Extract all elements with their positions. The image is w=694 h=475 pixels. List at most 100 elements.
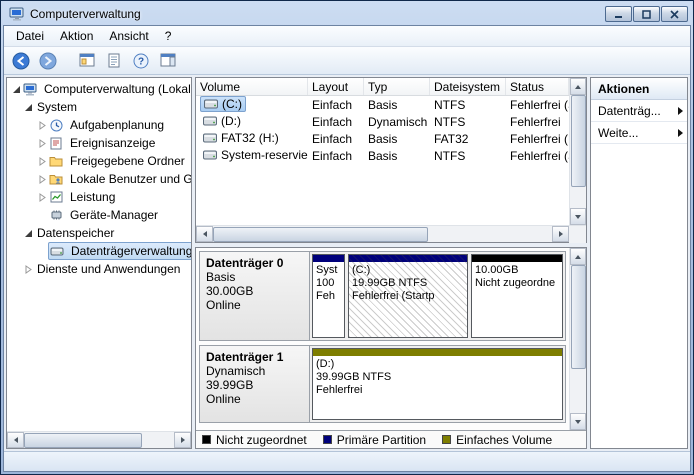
partition-status: Feh: [316, 290, 335, 302]
computer-management-window: Computerverwaltung Datei Aktion Ansicht …: [0, 0, 694, 475]
scroll-down-button[interactable]: [570, 208, 586, 225]
expander-collapsed-icon[interactable]: [36, 174, 48, 184]
tree-item-local-users-groups[interactable]: Lokale Benutzer und Grup: [7, 170, 191, 188]
legend-simple-volume: Einfaches Volume: [442, 433, 552, 447]
disk-vertical-scrollbar[interactable]: [569, 248, 586, 430]
tree-item-disk-management[interactable]: Datenträgerverwaltung: [7, 242, 191, 260]
console-tree-button[interactable]: [75, 49, 98, 72]
menu-datei[interactable]: Datei: [8, 26, 52, 46]
tree-item-computer-management[interactable]: Computerverwaltung (Lokal): [7, 80, 191, 98]
column-header-volume[interactable]: Volume: [196, 78, 308, 95]
back-button[interactable]: [9, 49, 32, 72]
legend-label: Einfaches Volume: [456, 432, 553, 447]
partition-c-selected[interactable]: (C:) 19.99GB NTFS Fehlerfrei (Startp: [348, 254, 468, 338]
maximize-button[interactable]: [633, 6, 660, 22]
forward-button[interactable]: [36, 49, 59, 72]
column-header-typ[interactable]: Typ: [364, 78, 430, 95]
scroll-right-button[interactable]: [174, 432, 191, 448]
scrollbar-thumb[interactable]: [571, 95, 586, 187]
volume-row-d[interactable]: (D:) Einfach Dynamisch NTFS Fehlerfrei: [196, 113, 569, 130]
tree-item-storage[interactable]: Datenspeicher: [7, 224, 191, 242]
users-folder-icon: [48, 172, 64, 186]
scrollbar-thumb[interactable]: [571, 265, 586, 369]
expander-expanded-icon[interactable]: [22, 103, 34, 112]
volume-row-c[interactable]: (C:) Einfach Basis NTFS Fehlerfrei (St: [196, 96, 569, 113]
disk-size: 30.00GB: [206, 284, 254, 298]
scroll-down-button[interactable]: [570, 413, 586, 430]
tree-item-task-scheduler[interactable]: Aufgabenplanung: [7, 116, 191, 134]
scrollbar-thumb[interactable]: [213, 227, 428, 242]
volume-row-fat32-h[interactable]: FAT32 (H:) Einfach Basis FAT32 Fehlerfre…: [196, 130, 569, 147]
action-pane-toggle-button[interactable]: [156, 49, 179, 72]
legend-color-swatch: [442, 435, 452, 444]
actions-pane: Aktionen Datenträg... Weite...: [590, 77, 688, 449]
partition-system-reserved[interactable]: Syst 100 Feh: [312, 254, 345, 338]
svg-text:?: ?: [137, 56, 143, 67]
volume-row-system-reserved[interactable]: System-reserviert Einfach Basis NTFS Feh…: [196, 147, 569, 164]
tree-item-system[interactable]: System: [7, 98, 191, 116]
partition-label: Syst: [316, 264, 338, 276]
disk-icon: [49, 244, 65, 258]
scrollbar-thumb[interactable]: [24, 433, 142, 448]
scroll-up-button[interactable]: [570, 78, 586, 95]
menu-aktion[interactable]: Aktion: [52, 26, 101, 46]
scroll-left-button[interactable]: [7, 432, 24, 448]
actions-header: Aktionen: [591, 78, 687, 100]
menu-ansicht[interactable]: Ansicht: [101, 26, 156, 46]
close-button[interactable]: [661, 6, 688, 22]
partition-unallocated[interactable]: 10.00GB Nicht zugeordne: [471, 254, 563, 338]
scroll-right-button[interactable]: [552, 226, 569, 242]
console-tree-pane: Computerverwaltung (Lokal) System Aufgab…: [6, 77, 192, 449]
volume-vertical-scrollbar[interactable]: [569, 78, 586, 225]
expander-expanded-icon[interactable]: [10, 85, 22, 94]
expander-collapsed-icon[interactable]: [36, 192, 48, 202]
expand-right-icon[interactable]: [678, 128, 683, 137]
tree-item-label: Datenträgerverwaltung: [71, 244, 191, 258]
scroll-down-icon: [575, 419, 581, 424]
expander-collapsed-icon[interactable]: [22, 264, 34, 274]
volume-horizontal-scrollbar[interactable]: [196, 225, 586, 243]
legend-bar: Nicht zugeordnet Primäre Partition Einfa…: [196, 430, 586, 448]
close-icon: [670, 9, 679, 19]
toolbar: ?: [4, 47, 690, 75]
disk-size: 39.99GB: [206, 378, 254, 392]
partition-d[interactable]: (D:) 39.99GB NTFS Fehlerfrei: [312, 348, 563, 420]
scroll-up-button[interactable]: [570, 248, 586, 265]
menu-help[interactable]: ?: [157, 26, 180, 46]
tree-item-label: Dienste und Anwendungen: [37, 262, 181, 276]
tree-item-event-viewer[interactable]: Ereignisanzeige: [7, 134, 191, 152]
volume-cell: FAT32 (H:): [200, 131, 282, 145]
action-group-label: Weite...: [598, 125, 639, 140]
disk1-info[interactable]: Datenträger 1 Dynamisch 39.99GB Online: [200, 346, 310, 422]
tree-item-device-manager[interactable]: Geräte-Manager: [7, 206, 191, 224]
minimize-button[interactable]: [605, 6, 632, 22]
tree-item-performance[interactable]: Leistung: [7, 188, 191, 206]
scroll-left-button[interactable]: [196, 226, 213, 242]
column-header-status[interactable]: Status: [506, 78, 569, 95]
expander-expanded-icon[interactable]: [22, 229, 34, 238]
expand-right-icon[interactable]: [678, 106, 683, 115]
action-group-disk-management[interactable]: Datenträg...: [591, 100, 687, 122]
tree-item-shared-folders[interactable]: Freigegebene Ordner: [7, 152, 191, 170]
computer-management-icon: [9, 6, 25, 22]
scroll-left-icon: [202, 231, 207, 237]
tree-item-services-applications[interactable]: Dienste und Anwendungen: [7, 260, 191, 278]
volume-layout: Einfach: [312, 131, 353, 146]
tree-horizontal-scrollbar[interactable]: [7, 431, 191, 448]
partition-size: 19.99GB NTFS: [352, 277, 428, 289]
volume-layout: Einfach: [312, 114, 353, 129]
export-list-button[interactable]: [102, 49, 125, 72]
column-header-dateisystem[interactable]: Dateisystem: [430, 78, 506, 95]
expander-collapsed-icon[interactable]: [36, 138, 48, 148]
disk0-info[interactable]: Datenträger 0 Basis 30.00GB Online: [200, 252, 310, 340]
expander-collapsed-icon[interactable]: [36, 120, 48, 130]
titlebar[interactable]: Computerverwaltung: [3, 3, 691, 25]
disk-graphical-pane: Datenträger 0 Basis 30.00GB Online Syst …: [195, 247, 587, 449]
action-group-more-actions[interactable]: Weite...: [591, 122, 687, 144]
column-header-layout[interactable]: Layout: [308, 78, 364, 95]
expander-collapsed-icon[interactable]: [36, 156, 48, 166]
help-button[interactable]: ?: [129, 49, 152, 72]
volume-filesystem: NTFS: [434, 114, 466, 129]
scroll-left-icon: [13, 437, 18, 443]
volume-cell: (D:): [200, 114, 244, 128]
